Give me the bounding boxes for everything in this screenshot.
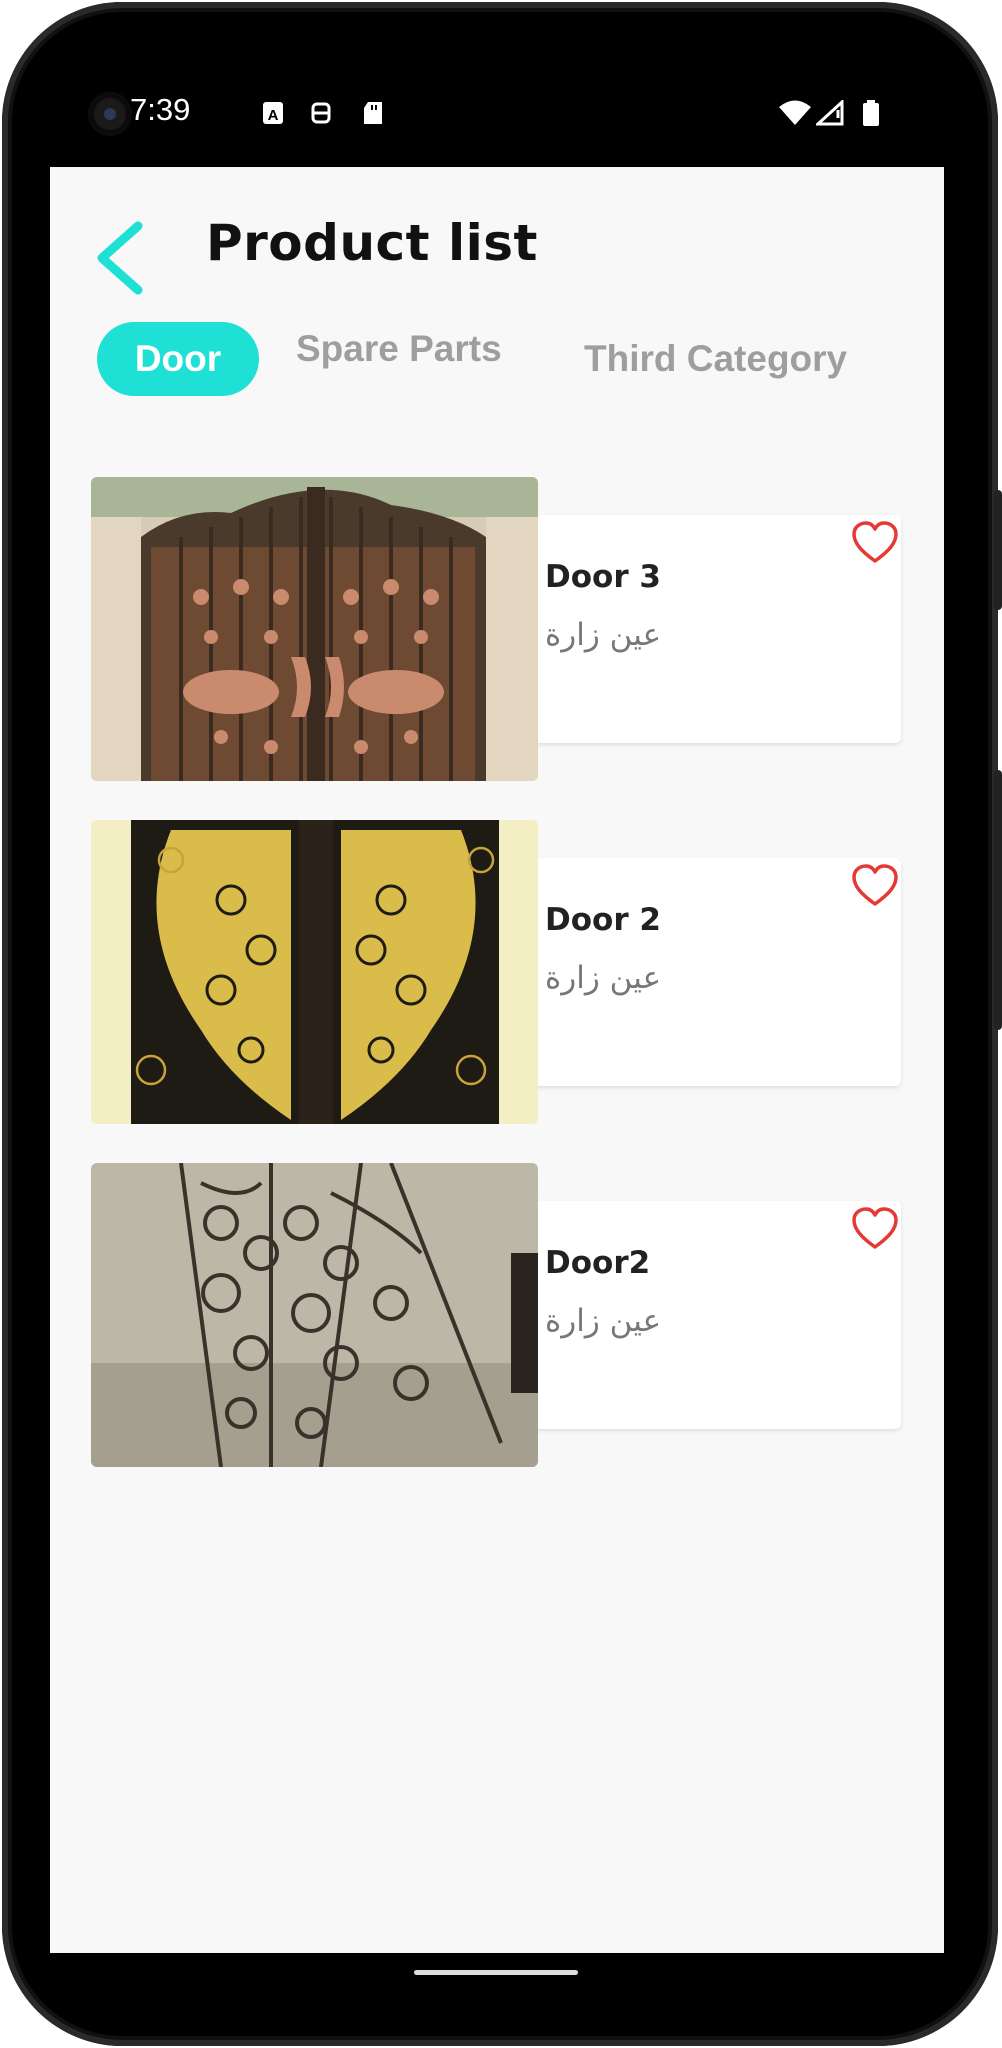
product-item[interactable]: Door 3 عين زارة xyxy=(91,477,902,781)
cellular-signal-icon xyxy=(816,100,844,126)
svg-text:A: A xyxy=(268,107,279,124)
status-time: 7:39 xyxy=(130,92,191,127)
product-image[interactable] xyxy=(91,820,538,1124)
wifi-icon xyxy=(779,100,811,125)
product-item[interactable]: Door 2 عين زارة xyxy=(91,820,902,1124)
notification-a-icon: A xyxy=(263,102,283,124)
favorite-heart-icon[interactable] xyxy=(851,1207,899,1251)
page-title: Product list xyxy=(206,214,538,272)
product-image[interactable] xyxy=(91,1163,538,1467)
product-image[interactable] xyxy=(91,477,538,781)
product-location: عين زارة xyxy=(545,617,662,653)
tab-spare-parts[interactable]: Spare Parts xyxy=(296,312,502,386)
home-indicator[interactable] xyxy=(414,1970,578,1975)
notification-android-icon xyxy=(311,102,331,124)
tab-third-category[interactable]: Third Category xyxy=(584,322,847,396)
product-name: Door 3 xyxy=(545,559,661,595)
phone-frame: 7:39 A Product list Door Spare Parts Thi… xyxy=(0,0,1002,2048)
battery-icon xyxy=(863,100,879,126)
product-item[interactable]: Door2 عين زارة xyxy=(91,1163,902,1467)
sd-card-icon xyxy=(364,102,382,124)
product-location: عين زارة xyxy=(545,960,662,996)
favorite-heart-icon[interactable] xyxy=(851,864,899,908)
product-name: Door 2 xyxy=(545,902,661,938)
power-button xyxy=(994,770,1002,1030)
back-arrow-icon[interactable] xyxy=(92,220,150,296)
volume-button xyxy=(994,490,1002,610)
product-name: Door2 xyxy=(545,1245,651,1281)
product-location: عين زارة xyxy=(545,1303,662,1339)
front-camera xyxy=(88,92,132,136)
favorite-heart-icon[interactable] xyxy=(851,521,899,565)
tab-door[interactable]: Door xyxy=(97,322,259,396)
